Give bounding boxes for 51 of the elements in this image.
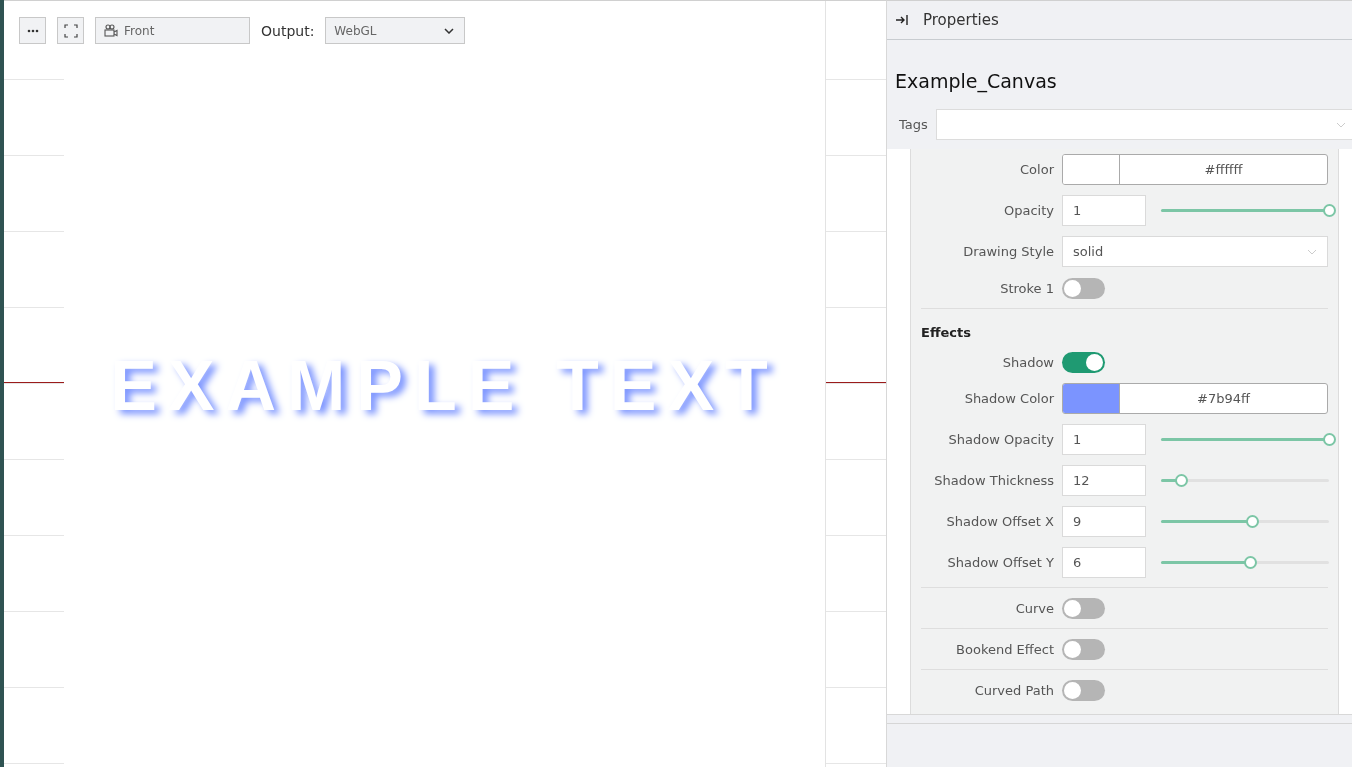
field-label: Shadow <box>1001 354 1054 370</box>
section-heading: Effects <box>921 325 972 340</box>
panel-title: Properties <box>923 11 999 29</box>
color-swatch[interactable] <box>1063 384 1120 413</box>
field-label: Drawing Style <box>962 244 1054 259</box>
toggle-switch[interactable] <box>1062 597 1105 619</box>
slider-thumb[interactable] <box>1244 556 1258 569</box>
collapse-panel-icon[interactable] <box>895 15 909 25</box>
more-icon <box>26 28 39 33</box>
field-label: Curve <box>1014 600 1054 616</box>
field-label: Shadow Offset X <box>945 514 1054 529</box>
number-field[interactable]: 1 <box>1062 195 1146 226</box>
output-select[interactable]: WebGL <box>325 17 466 44</box>
color-field[interactable]: #7b94ff <box>1062 383 1328 414</box>
slider-thumb[interactable] <box>1175 474 1189 487</box>
slider-thumb[interactable] <box>1323 433 1336 446</box>
number-field[interactable]: 9 <box>1062 506 1146 537</box>
tags-field[interactable] <box>935 109 1352 140</box>
toggle-switch[interactable] <box>1062 351 1105 373</box>
field-label: Shadow Offset Y <box>946 555 1054 570</box>
toggle-switch[interactable] <box>1062 638 1105 660</box>
tags-label: Tags <box>899 117 928 132</box>
field-label: Color <box>1019 162 1054 177</box>
field-label: Curved Path <box>973 682 1054 698</box>
color-field[interactable]: #ffffff <box>1062 154 1328 185</box>
field-label: Stroke 1 <box>999 280 1054 296</box>
output-label: Output: <box>261 22 315 39</box>
toggle-switch[interactable] <box>1062 679 1105 701</box>
chevron-down-icon <box>1307 248 1317 255</box>
number-field[interactable]: 12 <box>1062 465 1146 496</box>
field-label: Shadow Opacity <box>947 432 1054 447</box>
slider-thumb[interactable] <box>1245 515 1259 528</box>
number-field[interactable]: 6 <box>1062 547 1146 578</box>
field-label: Opacity <box>1003 203 1054 218</box>
field-label: Bookend Effect <box>955 641 1054 657</box>
field-label: Shadow Thickness <box>933 473 1054 488</box>
number-field[interactable]: 1 <box>1062 424 1146 455</box>
view-field[interactable]: Front <box>95 17 250 44</box>
canvas-text: EXAMPLE TEXT <box>110 346 779 426</box>
field-label: Shadow Color <box>963 391 1054 406</box>
color-swatch[interactable] <box>1063 155 1120 184</box>
slider-thumb[interactable] <box>1323 204 1336 217</box>
fullscreen-button[interactable] <box>57 17 84 44</box>
camera-icon <box>104 24 118 37</box>
fullscreen-icon <box>63 23 78 38</box>
chevron-down-icon <box>1336 121 1346 128</box>
toggle-switch[interactable] <box>1062 277 1105 299</box>
chevron-down-icon <box>444 27 455 34</box>
dropdown[interactable]: solid <box>1062 236 1328 267</box>
object-name: Example_Canvas <box>895 70 1057 92</box>
more-button[interactable] <box>19 17 46 44</box>
